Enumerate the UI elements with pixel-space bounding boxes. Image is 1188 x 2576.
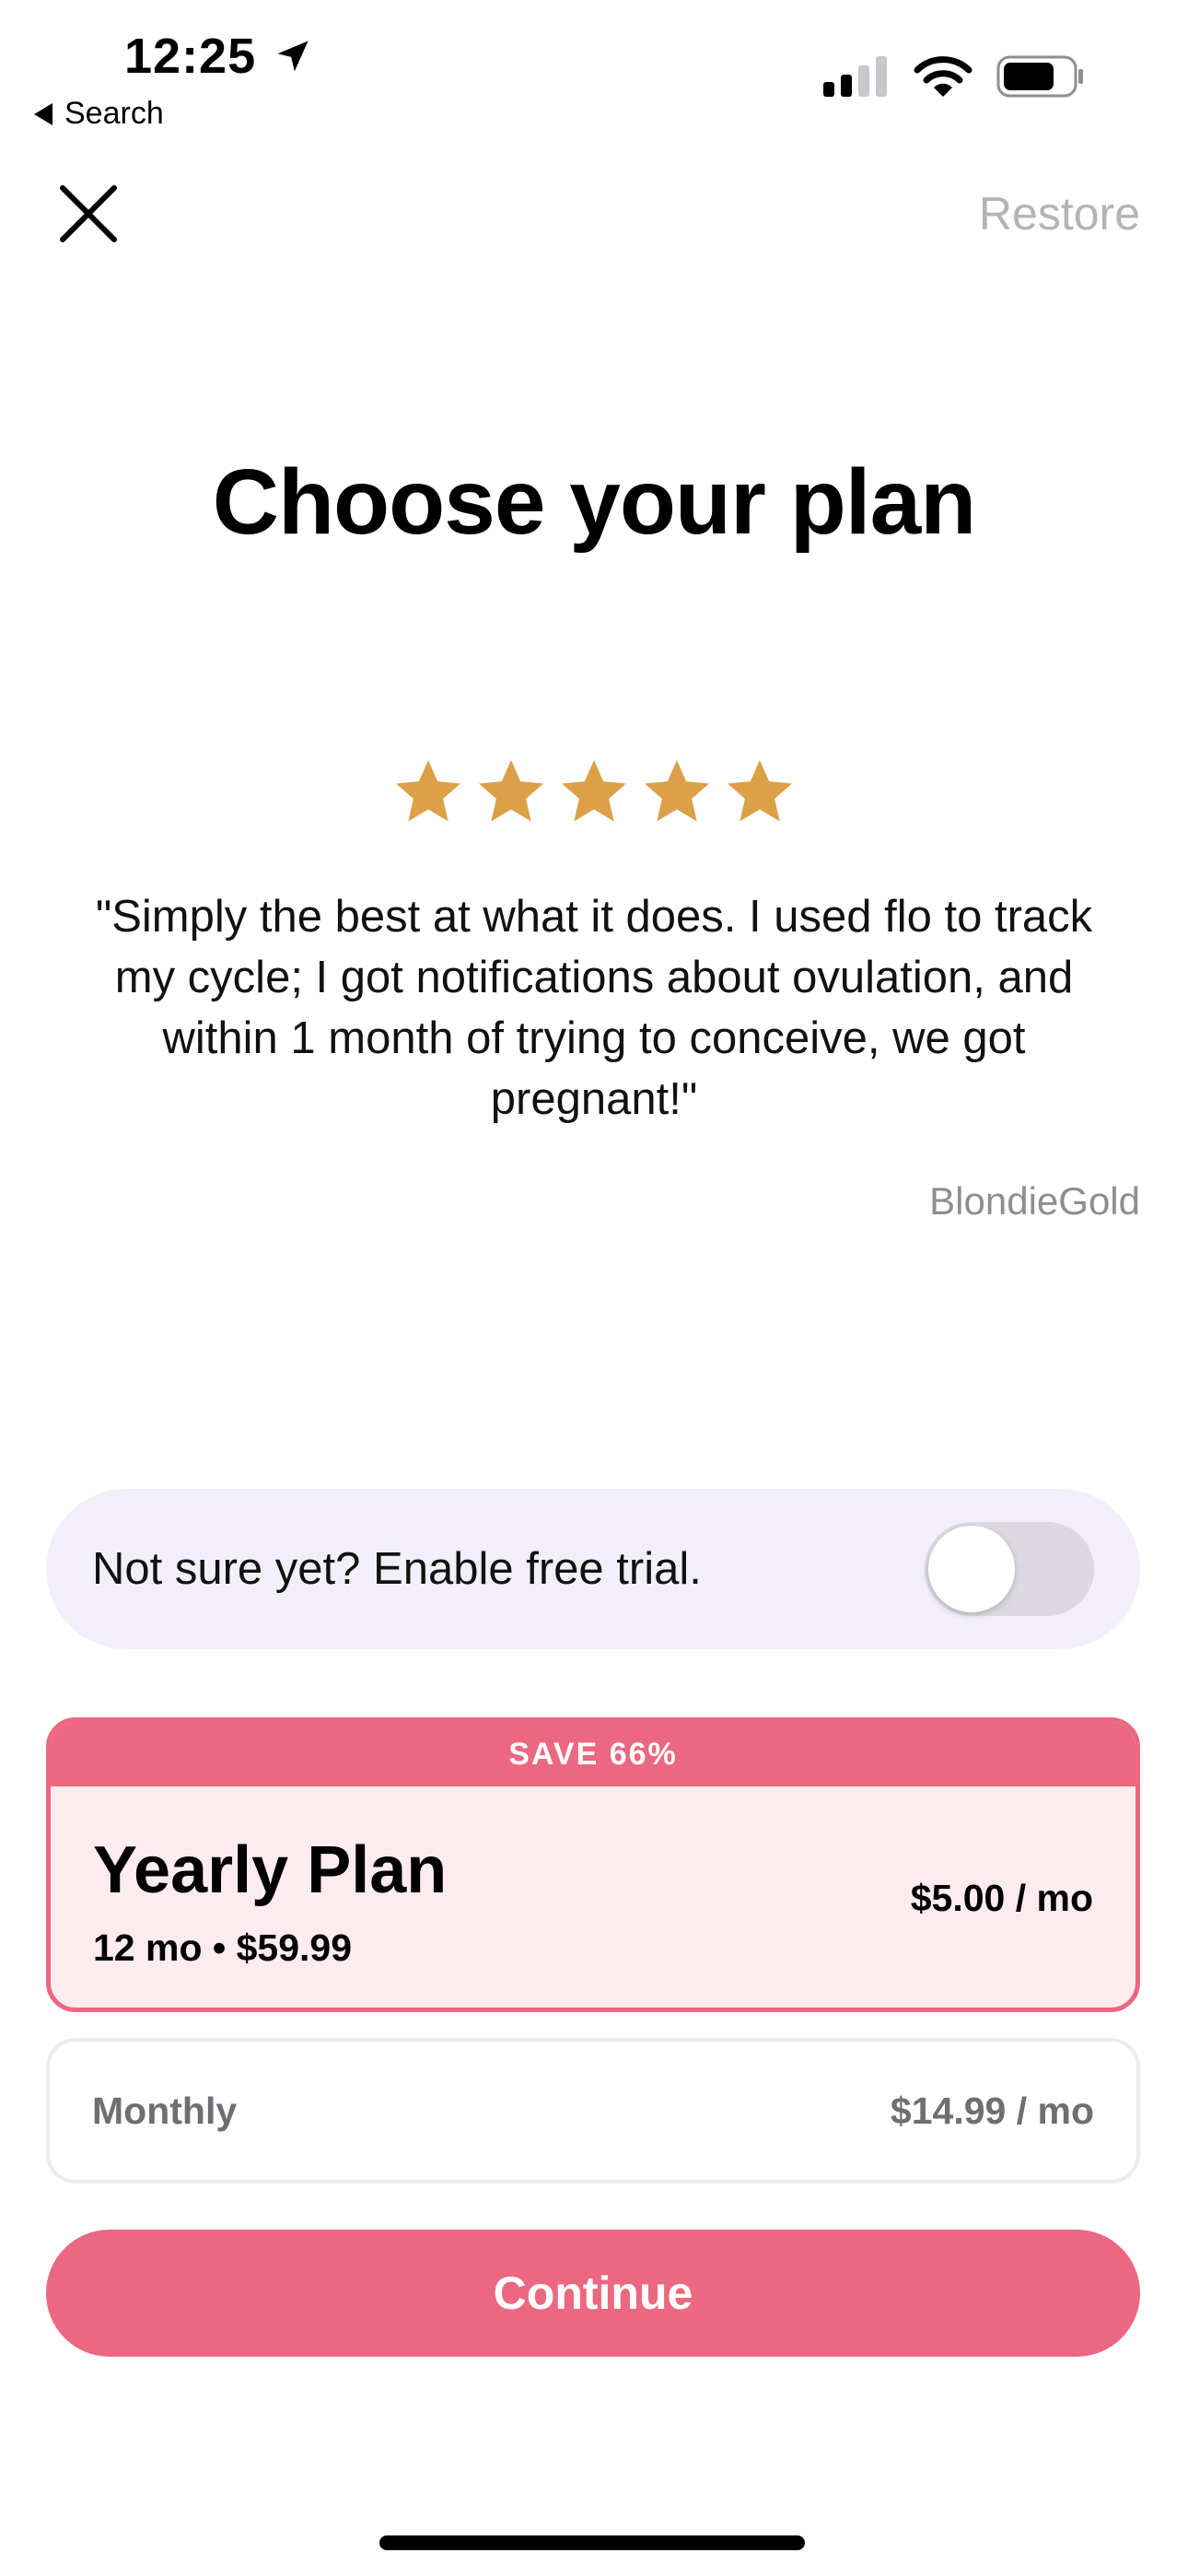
star-icon bbox=[396, 760, 460, 822]
star-icon bbox=[562, 760, 626, 822]
status-time-text: 12:25 bbox=[124, 29, 257, 84]
free-trial-label: Not sure yet? Enable free trial. bbox=[92, 1544, 702, 1594]
continue-button[interactable]: Continue bbox=[46, 2230, 1140, 2357]
home-indicator[interactable] bbox=[379, 2535, 805, 2550]
back-search-label: Search bbox=[64, 96, 164, 131]
location-arrow-icon bbox=[277, 41, 309, 72]
rating-stars bbox=[0, 754, 1188, 831]
yearly-plan-price: $5.00 / mo bbox=[910, 1877, 1093, 1919]
review-author: BlondieGold bbox=[929, 1179, 1140, 1223]
restore-button[interactable]: Restore bbox=[979, 187, 1140, 240]
status-indicators bbox=[823, 55, 1085, 98]
free-trial-toggle[interactable] bbox=[925, 1522, 1094, 1616]
monthly-plan-card[interactable]: Monthly $14.99 / mo bbox=[46, 2038, 1140, 2184]
battery-icon bbox=[996, 55, 1083, 98]
status-time: 12:25 bbox=[124, 28, 313, 85]
save-badge: SAVE 66% bbox=[51, 1722, 1136, 1786]
back-to-search-link[interactable]: Search bbox=[33, 96, 164, 132]
monthly-plan-price: $14.99 / mo bbox=[890, 2089, 1094, 2132]
review-quote: "Simply the best at what it does. I used… bbox=[95, 892, 1093, 1124]
yearly-plan-name: Yearly Plan bbox=[93, 1833, 448, 1907]
yearly-plan-total: 12 mo • $59.99 bbox=[93, 1926, 353, 1969]
star-icon bbox=[728, 760, 792, 822]
wifi-icon bbox=[914, 56, 973, 97]
yearly-plan-card[interactable]: SAVE 66% Yearly Plan 12 mo • $59.99 $5.0… bbox=[46, 1717, 1140, 2012]
star-icon bbox=[645, 760, 709, 822]
close-icon[interactable] bbox=[55, 181, 122, 247]
star-icon bbox=[479, 760, 543, 822]
page-title: Choose your plan bbox=[212, 451, 977, 554]
monthly-plan-name: Monthly bbox=[92, 2089, 238, 2132]
back-triangle-icon bbox=[34, 102, 52, 125]
cellular-signal-icon bbox=[823, 56, 887, 97]
paywall-screen: 12:25 Search Restore Choose your plan "S… bbox=[0, 0, 1188, 2576]
toggle-knob bbox=[928, 1526, 1015, 1612]
free-trial-row[interactable]: Not sure yet? Enable free trial. bbox=[46, 1489, 1140, 1649]
